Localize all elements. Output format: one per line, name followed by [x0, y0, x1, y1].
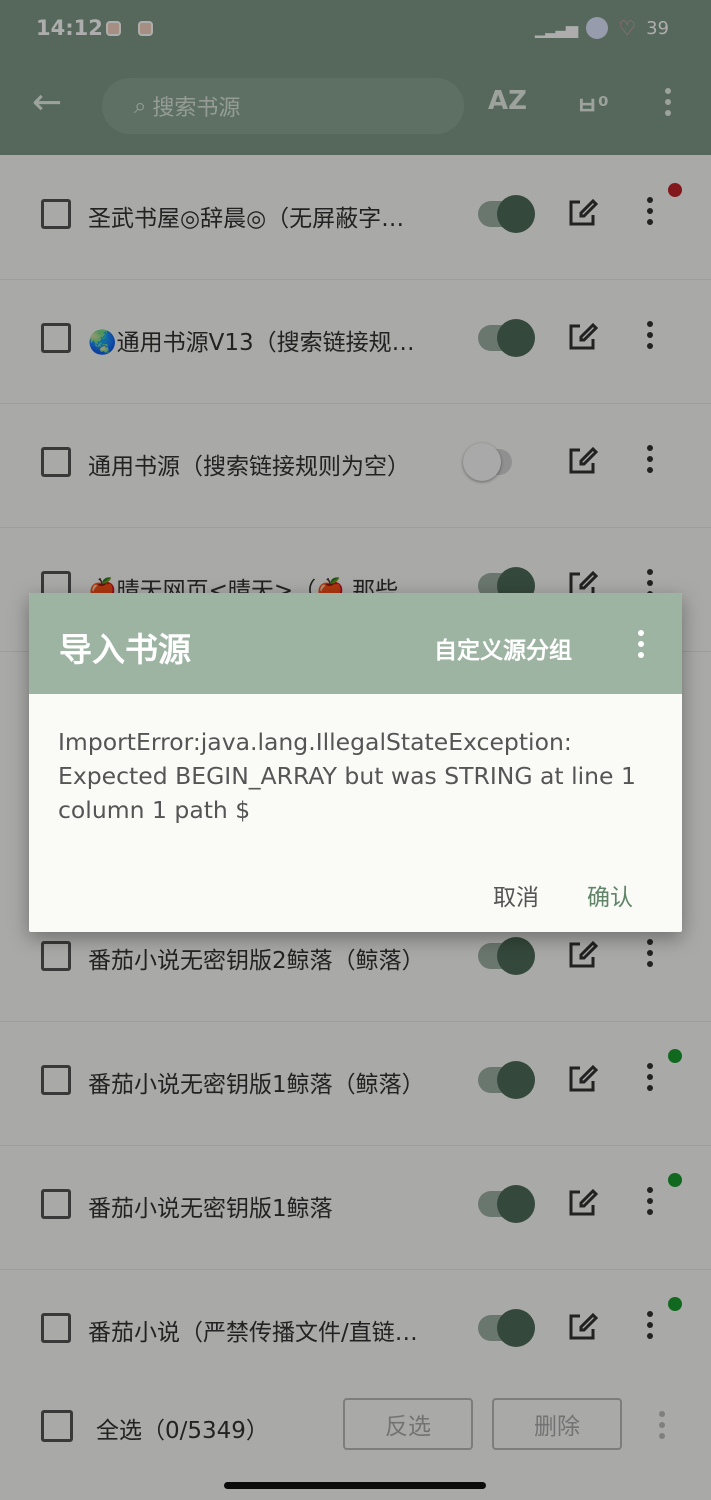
dialog-message: ImportError:java.lang.IllegalStateExcept… [58, 728, 636, 824]
import-source-dialog: 导入书源 自定义源分组 ImportError:java.lang.Illega… [29, 593, 682, 932]
dialog-title: 导入书源 [59, 630, 191, 669]
confirm-button[interactable]: 确认 [587, 878, 633, 912]
more-vertical-icon[interactable] [635, 626, 647, 666]
custom-group-button[interactable]: 自定义源分组 [434, 631, 572, 665]
cancel-button[interactable]: 取消 [493, 878, 539, 912]
dialog-header: 导入书源 自定义源分组 [29, 593, 682, 694]
